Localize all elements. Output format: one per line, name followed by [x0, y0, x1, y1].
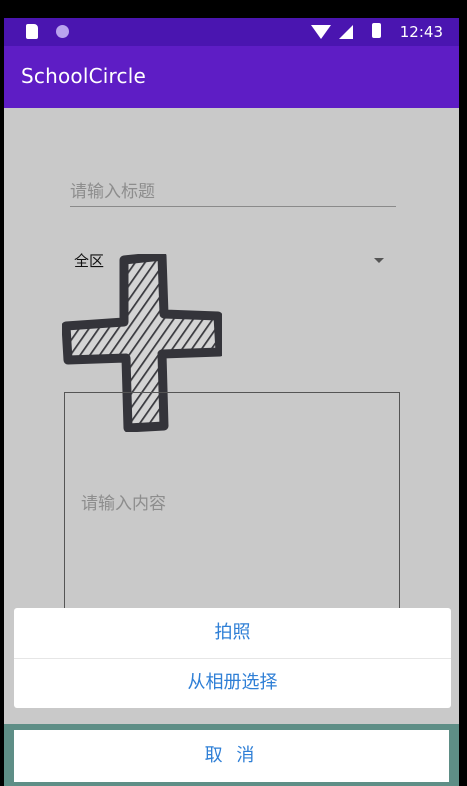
status-time: 12:43 — [399, 23, 443, 41]
content-textarea[interactable]: 请输入内容 — [64, 392, 400, 634]
title-input[interactable] — [70, 178, 396, 207]
action-sheet-footer: 取 消 — [4, 724, 459, 786]
battery-icon — [372, 23, 381, 38]
screen: 12:43 SchoolCircle 全区 请输入内容 拍照 从相册选择 — [0, 0, 467, 786]
content-placeholder: 请输入内容 — [81, 494, 166, 514]
dropdown-arrow-icon — [374, 258, 384, 263]
wifi-icon — [311, 25, 331, 39]
sd-card-icon — [26, 24, 38, 39]
notification-circle-icon — [56, 25, 69, 38]
cancel-button[interactable]: 取 消 — [14, 730, 449, 782]
app-bar: SchoolCircle — [4, 46, 459, 108]
app-title: SchoolCircle — [21, 64, 146, 88]
action-sheet-options: 拍照 从相册选择 — [14, 608, 451, 708]
status-bar: 12:43 — [4, 18, 459, 46]
take-photo-button[interactable]: 拍照 — [14, 608, 451, 659]
choose-album-button[interactable]: 从相册选择 — [14, 658, 451, 708]
signal-icon — [339, 25, 353, 39]
